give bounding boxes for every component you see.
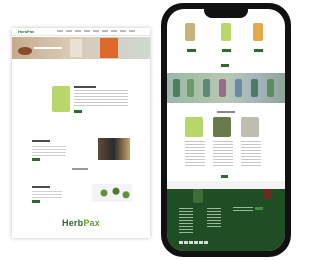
view-more-button[interactable] <box>221 64 229 67</box>
phone-notch <box>204 9 248 18</box>
blog-card-image-2 <box>213 117 231 137</box>
footer-bottle-image <box>193 189 203 203</box>
desktop-hero-banner <box>12 37 150 59</box>
footer-payment-icons <box>179 241 209 244</box>
section3-paragraph-lines <box>32 190 62 198</box>
hero-pouch-image <box>70 39 82 57</box>
top-product-button-3[interactable] <box>254 49 263 52</box>
footer-logo-main-text: Herb <box>62 218 84 228</box>
top-product-button-2[interactable] <box>222 49 231 52</box>
footer-links-column-2[interactable] <box>207 207 221 227</box>
blog-card-text-1 <box>185 140 205 166</box>
footer-logo-accent-text: Pax <box>83 218 100 228</box>
blog-more-button[interactable] <box>221 175 228 178</box>
phone-mockup <box>161 3 291 257</box>
about-paragraph-lines <box>74 90 128 106</box>
blog-card-image-3 <box>241 117 259 137</box>
desktop-nav-logo[interactable]: HerbPax <box>18 29 34 34</box>
section2-heading-line <box>32 140 50 142</box>
about-heading-line <box>74 86 96 88</box>
section-divider-caption <box>72 168 88 170</box>
hero-caption-line <box>34 47 62 49</box>
footer-subscribe-button[interactable] <box>255 207 263 210</box>
section3-cta-button[interactable] <box>32 200 40 203</box>
footer-newsletter-input[interactable] <box>233 207 253 211</box>
gallery-bottle <box>173 79 180 97</box>
hero-box-image <box>100 38 118 58</box>
gallery-bottle <box>203 79 210 97</box>
section2-paragraph-lines <box>32 144 66 156</box>
blog-card-image-1 <box>185 117 203 137</box>
gallery-bottle <box>187 79 194 97</box>
gallery-bottle <box>251 79 258 97</box>
section3-herbs-image <box>92 184 132 202</box>
desktop-nav-bar: HerbPax <box>12 28 150 36</box>
blog-card-text-3 <box>241 140 261 166</box>
about-cta-button[interactable] <box>74 110 82 113</box>
footer-jar-image <box>263 189 272 199</box>
footer-brand-logo: HerbPax <box>62 218 100 228</box>
hero-bowl-image <box>18 47 32 55</box>
top-product-image-1 <box>185 23 195 41</box>
about-product-image <box>52 86 70 112</box>
footer-links-column-1[interactable] <box>179 207 193 233</box>
section3-heading-line <box>32 186 50 188</box>
phone-screen <box>167 9 285 251</box>
section2-cta-button[interactable] <box>32 158 40 161</box>
gallery-bottle <box>219 79 226 97</box>
top-product-image-3 <box>253 23 263 41</box>
blog-card-text-2 <box>213 140 233 166</box>
desktop-nav-links[interactable] <box>57 30 137 32</box>
section2-image <box>98 138 130 160</box>
top-product-button-1[interactable] <box>187 49 196 52</box>
top-product-image-2 <box>221 23 231 41</box>
blog-section-heading-line <box>217 111 235 113</box>
desktop-mockup: HerbPax HerbPax <box>12 28 150 238</box>
gallery-bottle <box>267 79 274 97</box>
gallery-bottle <box>235 79 242 97</box>
